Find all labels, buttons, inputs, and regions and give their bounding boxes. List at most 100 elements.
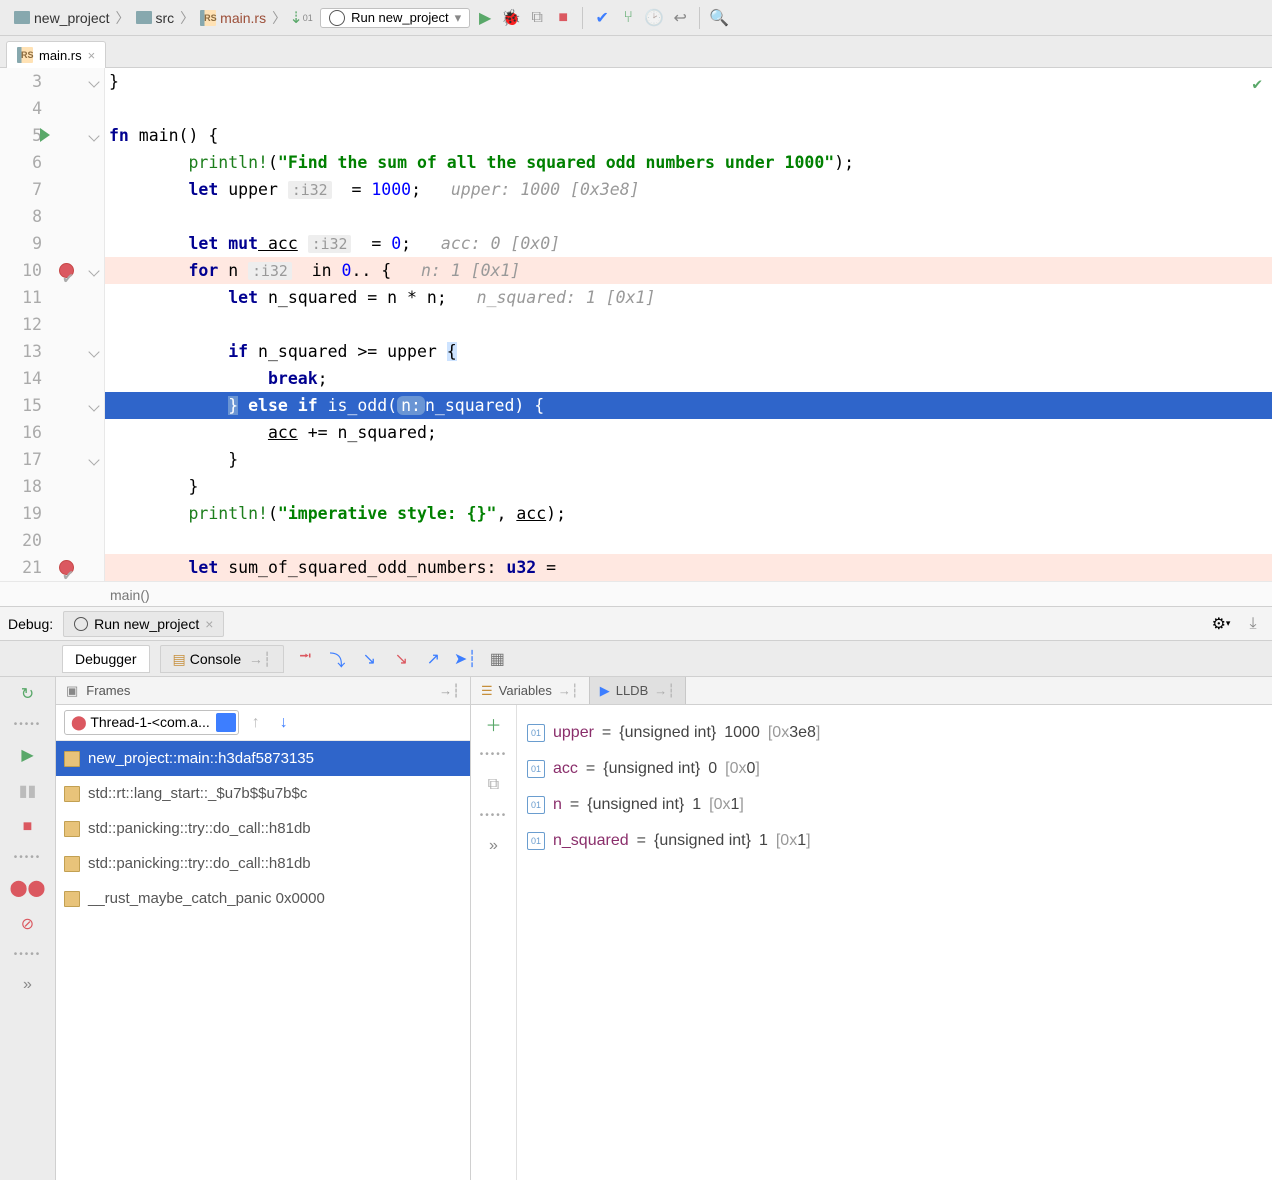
editor-tab-bar: RS main.rs × — [0, 36, 1272, 68]
step-over-icon[interactable]: ⤵ — [326, 648, 348, 670]
gutter-line: 10✔ — [0, 257, 104, 284]
copy-icon[interactable]: ⧉ — [483, 774, 505, 796]
search-icon[interactable]: 🔍 — [708, 7, 730, 29]
next-frame-icon[interactable]: ↓ — [273, 712, 295, 734]
breakpoint-icon[interactable]: ✔ — [59, 263, 74, 278]
evaluate-expression-icon[interactable]: ▦ — [486, 648, 508, 670]
debug-tool-window-header: Debug: Run new_project × ⚙▾ ⤓ — [0, 607, 1272, 641]
gutter-line: 13 — [0, 338, 104, 365]
code-editor[interactable]: ✔ 3 4 5 6 7 8 9 10✔ 11 12 13 14 15 16 17… — [0, 68, 1272, 581]
gutter-line: 8 — [0, 203, 104, 230]
code-area[interactable]: } fn main() { println!("Find the sum of … — [105, 68, 1272, 581]
variable-row: 01acc = {unsigned int} 0 [0x0] — [527, 751, 1262, 787]
frame-icon — [64, 786, 80, 802]
gutter-line: 7 — [0, 176, 104, 203]
separator — [699, 7, 700, 29]
frame-row[interactable]: __rust_maybe_catch_panic 0x0000 — [56, 881, 470, 916]
undo-button[interactable]: ↩ — [669, 7, 691, 29]
gutter-line: 21✔ — [0, 554, 104, 581]
run-button[interactable]: ▶ — [474, 7, 496, 29]
gutter-line: 16 — [0, 419, 104, 446]
step-into-icon[interactable]: ↘ — [358, 648, 380, 670]
update-project-icon[interactable]: ✔ — [591, 7, 613, 29]
frame-row[interactable]: std::panicking::try::do_call::h81db — [56, 811, 470, 846]
gear-icon[interactable]: ⚙▾ — [1210, 613, 1232, 635]
variables-side-toolbar: ＋ ••••• ⧉ ••••• » — [471, 705, 517, 1180]
variables-header: ☰Variables →┆ ▶LLDB →┆ — [471, 677, 1272, 705]
gutter-line: 14 — [0, 365, 104, 392]
frame-row[interactable]: std::panicking::try::do_call::h81db — [56, 846, 470, 881]
run-line-icon[interactable] — [40, 128, 50, 142]
more-button[interactable]: » — [483, 835, 505, 857]
editor-gutter[interactable]: 3 4 5 6 7 8 9 10✔ 11 12 13 14 15 16 17 1… — [0, 68, 105, 581]
frame-icon — [64, 821, 80, 837]
hide-panel-icon[interactable]: →┆ — [439, 683, 460, 699]
breadcrumb-folder[interactable]: src — [132, 8, 179, 28]
vcs-icon[interactable]: ⑂ — [617, 7, 639, 29]
chevron-icon: 〉 — [180, 8, 194, 28]
chevron-icon: 〉 — [116, 8, 130, 28]
thread-selector-row: ⬤ Thread-1-<com.a... ↑ ↓ — [56, 705, 470, 741]
stop-button[interactable]: ■ — [552, 7, 574, 29]
tab-debugger[interactable]: Debugger — [62, 645, 150, 673]
pause-button[interactable]: ▮▮ — [17, 780, 39, 802]
run-to-cursor-icon[interactable]: ➤┆ — [454, 648, 476, 670]
breadcrumb: new_project 〉 src 〉 RSmain.rs 〉 — [10, 8, 286, 28]
gutter-line: 4 — [0, 95, 104, 122]
gutter-line: 3 — [0, 68, 104, 95]
variable-row: 01n = {unsigned int} 1 [0x1] — [527, 787, 1262, 823]
gutter-line: 9 — [0, 230, 104, 257]
frames-list[interactable]: new_project::main::h3daf5873135 std::rt:… — [56, 741, 470, 1180]
var-type-icon: 01 — [527, 760, 545, 778]
mute-breakpoints-button[interactable]: ⊘ — [17, 913, 39, 935]
view-breakpoints-button[interactable]: ⬤⬤ — [17, 877, 39, 899]
gutter-line: 17 — [0, 446, 104, 473]
tab-console[interactable]: ▤Console →┆ — [160, 645, 285, 673]
close-icon[interactable]: × — [205, 616, 213, 632]
breadcrumb-file[interactable]: RSmain.rs — [196, 8, 270, 28]
resume-button[interactable]: ▶ — [17, 744, 39, 766]
variables-list[interactable]: 01upper = {unsigned int} 1000 [0x3e8] 01… — [517, 705, 1272, 1180]
run-with-coverage-button[interactable]: ⧉ — [526, 7, 548, 29]
history-icon[interactable]: 🕑 — [643, 7, 665, 29]
breadcrumb-project[interactable]: new_project — [10, 8, 114, 28]
debug-body: ↻ ••••• ▶ ▮▮ ■ ••••• ⬤⬤ ⊘ ••••• » ▣ Fram… — [0, 677, 1272, 1180]
editor-tab-main-rs[interactable]: RS main.rs × — [6, 41, 106, 68]
run-configuration-select[interactable]: Run new_project ▾ — [320, 8, 470, 28]
gutter-line: 20 — [0, 527, 104, 554]
main-toolbar: new_project 〉 src 〉 RSmain.rs 〉 ⇣01 Run … — [0, 0, 1272, 36]
download-icon[interactable]: ⤓ — [1242, 613, 1264, 635]
rust-file-icon: RS — [200, 10, 216, 26]
gutter-line: 15 — [0, 392, 104, 419]
frame-icon — [64, 856, 80, 872]
show-execution-point-icon[interactable]: ⭲ — [294, 648, 316, 670]
breakpoint-icon[interactable]: ✔ — [59, 560, 74, 575]
debug-title: Debug: — [8, 616, 53, 632]
gutter-line: 18 — [0, 473, 104, 500]
debug-session-tab[interactable]: Run new_project × — [63, 611, 224, 637]
frame-row[interactable]: std::rt::lang_start::_$u7b$$u7b$c — [56, 776, 470, 811]
more-button[interactable]: » — [17, 974, 39, 996]
variables-tab[interactable]: ☰Variables →┆ — [471, 677, 589, 704]
scroll-from-source-icon[interactable]: ⇣01 — [290, 7, 312, 29]
frame-row[interactable]: new_project::main::h3daf5873135 — [56, 741, 470, 776]
rerun-button[interactable]: ↻ — [17, 683, 39, 705]
add-watch-icon[interactable]: ＋ — [483, 713, 505, 735]
lldb-tab[interactable]: ▶LLDB →┆ — [589, 677, 686, 704]
editor-member-breadcrumb[interactable]: main() — [0, 581, 1272, 607]
gutter-line: 19 — [0, 500, 104, 527]
rust-config-icon — [74, 617, 88, 631]
force-step-into-icon[interactable]: ↘ — [390, 648, 412, 670]
debug-sidebar: ↻ ••••• ▶ ▮▮ ■ ••••• ⬤⬤ ⊘ ••••• » — [0, 677, 56, 1180]
list-icon: ☰ — [481, 683, 493, 699]
variable-row: 01n_squared = {unsigned int} 1 [0x1] — [527, 823, 1262, 859]
gutter-line: 5 — [0, 122, 104, 149]
var-type-icon: 01 — [527, 724, 545, 742]
prev-frame-icon[interactable]: ↑ — [245, 712, 267, 734]
step-out-icon[interactable]: ↗ — [422, 648, 444, 670]
terminal-icon: ▶ — [600, 683, 610, 699]
debug-button[interactable]: 🐞 — [500, 7, 522, 29]
close-tab-icon[interactable]: × — [88, 48, 96, 63]
thread-select[interactable]: ⬤ Thread-1-<com.a... — [64, 710, 239, 735]
stop-button[interactable]: ■ — [17, 816, 39, 838]
